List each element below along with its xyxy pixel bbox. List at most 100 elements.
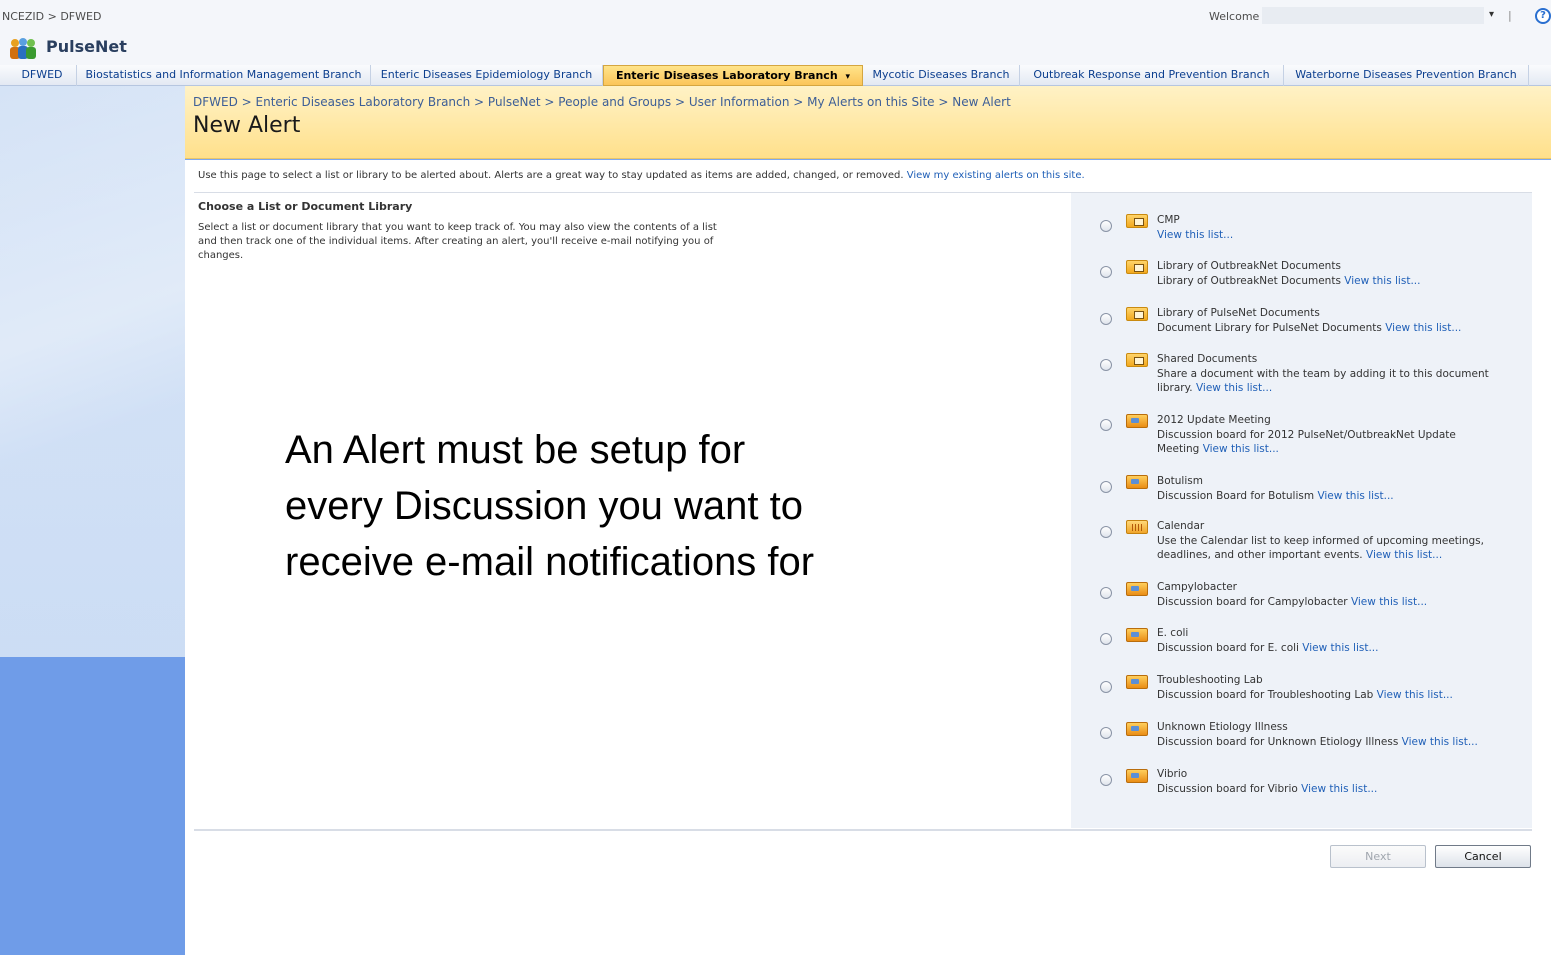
list-radio-unknown-etiology-illness[interactable] [1100, 727, 1112, 739]
breadcrumb[interactable]: DFWED > Enteric Diseases Laboratory Bran… [193, 95, 1011, 109]
view-list-link[interactable]: View this list... [1344, 275, 1420, 287]
document-library-icon [1126, 260, 1148, 274]
nav-tab-epidemiology[interactable]: Enteric Diseases Epidemiology Branch [371, 65, 603, 86]
discussion-board-icon [1126, 675, 1148, 689]
intro-description: Use this page to select a list or librar… [198, 170, 904, 181]
list-name: Calendar [1157, 520, 1205, 532]
list-description-text: Discussion board for 2012 PulseNet/Outbr… [1157, 429, 1456, 441]
list-description-text: Discussion board for Troubleshooting Lab [1157, 689, 1374, 701]
list-radio-vibrio[interactable] [1100, 774, 1112, 786]
view-list-link[interactable]: View this list... [1402, 736, 1478, 748]
nav-tab-mycotic[interactable]: Mycotic Diseases Branch [863, 65, 1020, 86]
view-list-link[interactable]: View this list... [1302, 642, 1378, 654]
list-description: deadlines, and other important events. V… [1157, 548, 1442, 562]
list-name: Library of PulseNet Documents [1157, 307, 1320, 319]
list-radio-e-coli[interactable] [1100, 633, 1112, 645]
left-navigation-sheen [0, 86, 185, 657]
section-title: Choose a List or Document Library [198, 200, 413, 213]
list-description-text: Use the Calendar list to keep informed o… [1157, 535, 1484, 547]
view-list-link[interactable]: View this list... [1203, 443, 1279, 455]
list-name: Campylobacter [1157, 581, 1237, 593]
discussion-board-icon [1126, 475, 1148, 489]
list-description-text: Discussion Board for Botulism [1157, 490, 1315, 502]
view-list-link[interactable]: View this list... [1317, 490, 1393, 502]
list-radio-campylobacter[interactable] [1100, 587, 1112, 599]
view-list-link[interactable]: View this list... [1157, 229, 1233, 241]
list-description: Discussion board for Campylobacter View … [1157, 595, 1427, 609]
list-description: Meeting View this list... [1157, 442, 1279, 456]
chevron-down-icon[interactable]: ▾ [846, 72, 851, 82]
list-name: Botulism [1157, 475, 1203, 487]
chevron-down-icon[interactable]: ▾ [1489, 9, 1494, 20]
list-name: 2012 Update Meeting [1157, 414, 1271, 426]
list-radio-troubleshooting-lab[interactable] [1100, 681, 1112, 693]
nav-tab-laboratory[interactable]: Enteric Diseases Laboratory Branch ▾ [603, 65, 863, 86]
list-description: Document Library for PulseNet Documents … [1157, 321, 1461, 335]
list-description-text: Discussion board for Campylobacter [1157, 596, 1348, 608]
list-name: E. coli [1157, 627, 1189, 639]
view-list-link[interactable]: View this list... [1366, 549, 1442, 561]
list-description: Discussion board for 2012 PulseNet/Outbr… [1157, 428, 1456, 442]
nav-tab-waterborne[interactable]: Waterborne Diseases Prevention Branch [1284, 65, 1529, 86]
list-description: Discussion board for Vibrio View this li… [1157, 782, 1377, 796]
list-description: Use the Calendar list to keep informed o… [1157, 534, 1484, 548]
list-description-text: deadlines, and other important events. [1157, 549, 1363, 561]
document-library-icon [1126, 214, 1148, 228]
callout-line: An Alert must be setup for [285, 428, 746, 472]
welcome-user-menu[interactable] [1262, 7, 1484, 24]
global-breadcrumb[interactable]: NCEZID > DFWED [2, 10, 101, 23]
list-name: Shared Documents [1157, 353, 1258, 365]
list-radio-2012-update-meeting[interactable] [1100, 419, 1112, 431]
view-list-link[interactable]: View this list... [1301, 783, 1377, 795]
list-description-text: Discussion board for Vibrio [1157, 783, 1298, 795]
list-radio-botulism[interactable] [1100, 481, 1112, 493]
view-list-link[interactable]: View this list... [1196, 382, 1272, 394]
help-icon[interactable]: ? [1535, 8, 1551, 24]
list-radio-calendar[interactable] [1100, 526, 1112, 538]
page-title: New Alert [193, 113, 301, 138]
list-description-text: library. [1157, 382, 1193, 394]
list-name: Troubleshooting Lab [1157, 674, 1263, 686]
list-description: Library of OutbreakNet Documents View th… [1157, 274, 1420, 288]
list-description-text: Discussion board for E. coli [1157, 642, 1299, 654]
instruction-callout: An Alert must be setup for every Discuss… [285, 422, 814, 590]
list-radio-cmp[interactable] [1100, 220, 1112, 232]
list-name: Vibrio [1157, 768, 1188, 780]
list-description-text: Document Library for PulseNet Documents [1157, 322, 1382, 334]
callout-line: every Discussion you want to [285, 484, 804, 528]
list-name: Library of OutbreakNet Documents [1157, 260, 1341, 272]
list-description: Discussion Board for Botulism View this … [1157, 489, 1394, 503]
cancel-button[interactable]: Cancel [1435, 845, 1531, 868]
callout-line: receive e-mail notifications for [285, 540, 815, 584]
site-title[interactable]: PulseNet [46, 37, 127, 56]
list-name: CMP [1157, 214, 1180, 226]
list-radio-shared-documents[interactable] [1100, 359, 1112, 371]
list-description: Discussion board for Unknown Etiology Il… [1157, 735, 1478, 749]
discussion-board-icon [1126, 582, 1148, 596]
nav-tab-biostatistics[interactable]: Biostatistics and Information Management… [77, 65, 371, 86]
list-radio-library-pulsenet[interactable] [1100, 313, 1112, 325]
discussion-board-icon [1126, 414, 1148, 428]
view-list-link[interactable]: View this list... [1351, 596, 1427, 608]
list-description: Discussion board for E. coli View this l… [1157, 641, 1378, 655]
list-description-text: Library of OutbreakNet Documents [1157, 275, 1341, 287]
list-description-text: Share a document with the team by adding… [1157, 368, 1489, 380]
list-description: Discussion board for Troubleshooting Lab… [1157, 688, 1453, 702]
section-description-line: Select a list or document library that y… [198, 222, 717, 233]
view-list-link[interactable]: View this list... [1385, 322, 1461, 334]
list-radio-library-outbreaknet[interactable] [1100, 266, 1112, 278]
intro-text: Use this page to select a list or librar… [198, 170, 1085, 181]
nav-tab-outbreak-response[interactable]: Outbreak Response and Prevention Branch [1020, 65, 1284, 86]
list-description: library. View this list... [1157, 381, 1272, 395]
people-logo-icon [10, 38, 36, 59]
list-description-text: Discussion board for Unknown Etiology Il… [1157, 736, 1399, 748]
view-list-link[interactable]: View this list... [1377, 689, 1453, 701]
existing-alerts-link[interactable]: View my existing alerts on this site. [907, 170, 1085, 181]
next-button[interactable]: Next [1330, 845, 1426, 868]
list-description: View this list... [1157, 228, 1233, 242]
nav-tab-dfwed[interactable]: DFWED [8, 65, 77, 86]
list-description: Share a document with the team by adding… [1157, 367, 1489, 381]
slide-background-panel [0, 657, 185, 955]
document-library-icon [1126, 307, 1148, 321]
separator: | [1508, 9, 1512, 22]
